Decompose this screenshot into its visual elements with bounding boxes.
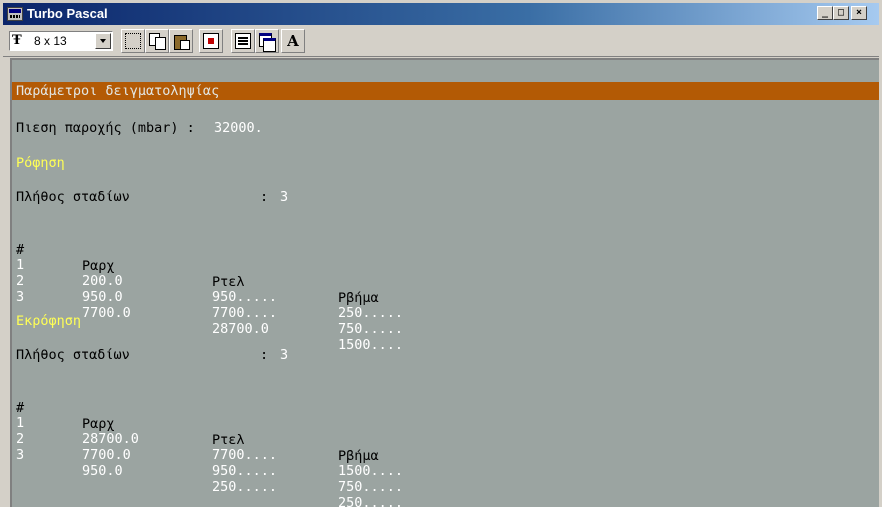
stage-count-colon: : [260,347,269,363]
close-button[interactable]: × [851,6,867,20]
section-title: Εκρόφηση [16,313,82,329]
mark-icon [125,33,141,49]
table-cell: 950.0 [82,289,123,305]
dos-app-icon[interactable] [7,7,23,21]
copy-button[interactable] [145,29,169,53]
truetype-font-icon: Ŧ [12,33,22,48]
minimize-button[interactable]: _ [817,6,833,20]
font-size-value: 8 x 13 [34,34,67,48]
column-header: Ρτελ [212,432,245,448]
chevron-down-icon[interactable] [95,33,111,49]
font-size-select[interactable]: Ŧ 8 x 13 [9,31,113,51]
table-cell: 28700.0 [212,321,269,337]
table-cell: 7700.0 [82,447,131,463]
table-cell: 7700.... [212,305,278,321]
stage-count-colon: : [260,189,269,205]
window-title: Turbo Pascal [27,6,108,21]
table-cell: 1500.... [338,337,404,353]
toolbar: Ŧ 8 x 13 A [3,26,879,57]
stage-count-value: 3 [280,347,289,363]
table-cell: 7700.... [212,447,278,463]
pressure-value: 32000. [214,120,263,136]
column-header: Ρβήμα [338,448,379,464]
table-cell: 200.0 [82,273,123,289]
table-cell: 250..... [338,495,404,507]
stage-count-label: Πλήθος σταδίων [16,347,130,363]
stage-count-label: Πλήθος σταδίων [16,189,130,205]
column-header: Ραρχ [82,416,115,432]
pressure-label: Πιεση παροχής (mbar) : [16,120,195,136]
font-icon: A [287,32,299,50]
column-header: Ρβήμα [338,290,379,306]
table-cell: 750..... [338,479,404,495]
background-icon [259,33,276,52]
table-cell: 28700.0 [82,431,139,447]
font-button[interactable]: A [281,29,305,53]
section-title: Ρόφηση [16,155,65,171]
maximize-button[interactable]: □ [833,6,849,20]
column-header: Ρτελ [212,274,245,290]
fullscreen-icon [203,33,219,49]
console-window: Turbo Pascal _ □ × Ŧ 8 x 13 A Παράμετροι… [0,0,882,507]
table-cell: 950..... [212,463,278,479]
table-cell: 7700.0 [82,305,131,321]
column-header: Ραρχ [82,258,115,274]
title-bar[interactable]: Turbo Pascal _ □ × [3,3,879,25]
paste-button[interactable] [169,29,193,53]
paste-icon [173,33,190,50]
table-cell: 3 [16,447,25,463]
table-cell: 3 [16,289,25,305]
table-row: 3 950.0 250..... 250..... [16,431,403,507]
properties-button[interactable] [231,29,255,53]
table-cell: 750..... [338,321,404,337]
table-cell: 250..... [212,479,278,495]
stage-count-value: 3 [280,189,289,205]
mark-button[interactable] [121,29,145,53]
table-cell: 250..... [338,305,404,321]
table-cell: 1500.... [338,463,404,479]
properties-icon [235,33,251,49]
fullscreen-button[interactable] [199,29,223,53]
table-cell: 950..... [212,289,278,305]
console-area[interactable]: Παράμετροι δειγματοληψίας Πιεση παροχής … [10,58,879,507]
background-button[interactable] [255,29,279,53]
copy-icon [149,33,166,50]
table-cell: 950.0 [82,463,123,479]
page-title: Παράμετροι δειγματοληψίας [16,83,220,99]
